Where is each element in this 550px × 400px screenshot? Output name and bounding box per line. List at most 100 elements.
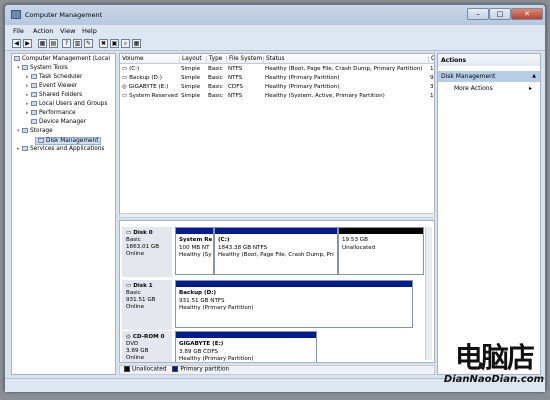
tree-item-storage[interactable]: ▾ Storage xyxy=(17,128,53,134)
disk-size: 3.89 GB xyxy=(126,348,149,354)
computer-management-window: Computer Management – □ ✕ File Action Vi… xyxy=(4,4,546,392)
volume-list-header: Volume Layout Type File System Status C xyxy=(120,54,434,64)
column-volume[interactable]: Volume xyxy=(120,56,179,64)
volume-capacity: 10 xyxy=(430,93,434,99)
volume-name: ▭ System Reserved xyxy=(122,93,178,99)
table-row[interactable]: ▭ (C:) Simple Basic NTFS Healthy (Boot, … xyxy=(120,65,434,74)
disk-kind: Basic xyxy=(126,290,141,296)
storage-icon xyxy=(22,128,28,133)
tree-item-task-scheduler[interactable]: ▸ Task Scheduler xyxy=(26,74,82,80)
performance-icon xyxy=(31,110,37,115)
horizontal-scrollbar[interactable] xyxy=(119,213,435,218)
cd-icon: ◎ xyxy=(122,84,129,90)
cd-icon: ◎ xyxy=(126,334,133,340)
volume-status: Healthy (System, Active, Primary Partiti… xyxy=(265,93,385,99)
tree-item-performance[interactable]: ▸ Performance xyxy=(26,110,76,116)
column-file-system[interactable]: File System xyxy=(226,56,263,64)
column-status[interactable]: Status xyxy=(263,56,428,64)
actions-disk-management[interactable]: Disk Management xyxy=(438,71,540,82)
partition-bar xyxy=(176,281,412,287)
event-icon xyxy=(31,83,37,88)
partition-backup-d[interactable]: Backup (D:) 931.51 GB NTFS Healthy (Prim… xyxy=(175,280,413,328)
table-row[interactable]: ▭ Backup (D:) Simple Basic NTFS Healthy … xyxy=(120,74,434,83)
maximize-button[interactable]: □ xyxy=(489,8,511,20)
partition-c[interactable]: (C:) 1843.38 GB NTFS Healthy (Boot, Page… xyxy=(214,227,338,275)
refresh-icon[interactable]: ✎ xyxy=(84,39,93,48)
help-icon[interactable]: ? xyxy=(62,39,71,48)
tree-item-local-users[interactable]: ▸ Local Users and Groups xyxy=(26,101,107,107)
legend: Unallocated Primary partition xyxy=(119,365,435,375)
collapse-icon[interactable]: ▲ xyxy=(532,73,536,79)
close-button[interactable]: ✕ xyxy=(511,8,543,20)
computer-icon xyxy=(14,56,20,61)
view-icon[interactable]: ▦ xyxy=(132,39,141,48)
navigation-tree: Computer Management (Local ▾ System Tools… xyxy=(11,53,116,375)
table-row[interactable]: ▭ System Reserved Simple Basic NTFS Heal… xyxy=(120,92,434,101)
delete-icon[interactable]: ✖ xyxy=(99,39,108,48)
tree-item-device-manager[interactable]: Device Manager xyxy=(26,119,86,125)
tree-item-system-tools[interactable]: ▾ System Tools xyxy=(17,65,68,71)
menu-action[interactable]: Action xyxy=(33,27,53,35)
disk-kind: Basic xyxy=(126,237,141,243)
volume-name: ▭ Backup (D:) xyxy=(122,75,162,81)
disk-map: ▭ Disk 0 Basic 1863.01 GB Online System … xyxy=(119,220,435,363)
table-row[interactable]: ◎ GIGABYTE (E:) Simple Basic CDFS Health… xyxy=(120,83,434,92)
column-type[interactable]: Type xyxy=(206,56,226,64)
actions-header: Actions xyxy=(438,54,540,66)
disk-icon[interactable]: ▣ xyxy=(110,39,119,48)
forward-icon[interactable]: ▶ xyxy=(23,39,32,48)
unallocated-swatch xyxy=(124,366,130,372)
volume-capacity: 93 xyxy=(430,75,434,81)
tree-item-event-viewer[interactable]: ▸ Event Viewer xyxy=(26,83,77,89)
disk-management-icon xyxy=(38,138,44,143)
volume-type: Basic xyxy=(208,66,223,72)
vertical-scrollbar[interactable] xyxy=(425,227,432,360)
volume-type: Basic xyxy=(208,93,223,99)
disk-state: Online xyxy=(126,304,145,310)
clock-icon xyxy=(31,74,37,79)
disk-label[interactable]: ◎ CD-ROM 0 DVD 3.89 GB Online xyxy=(122,331,172,362)
disk-size: 931.51 GB xyxy=(126,297,156,303)
title-bar[interactable]: Computer Management – □ ✕ xyxy=(5,5,545,25)
tree-item-shared-folders[interactable]: ▸ Shared Folders xyxy=(26,92,82,98)
tree-item-disk-management[interactable]: Disk Management xyxy=(35,137,102,145)
primary-swatch xyxy=(172,366,179,372)
volume-type: Basic xyxy=(208,75,223,81)
back-icon[interactable]: ◀ xyxy=(12,39,21,48)
partition-gigabyte-e[interactable]: GIGABYTE (E:) 3.89 GB CDFS Healthy (Prim… xyxy=(175,331,317,362)
search-icon[interactable]: ⌕ xyxy=(121,39,130,48)
partition-unallocated[interactable]: 19.53 GB Unallocated xyxy=(338,227,424,275)
volume-layout: Simple xyxy=(181,75,201,81)
volume-file-system: NTFS xyxy=(228,75,243,81)
tree-item-services[interactable]: ▸ Services and Applications xyxy=(17,146,104,152)
disk-label[interactable]: ▭ Disk 0 Basic 1863.01 GB Online xyxy=(122,227,172,277)
minimize-button[interactable]: – xyxy=(467,8,489,20)
legend-primary: Primary partition xyxy=(180,366,230,373)
column-capacity[interactable]: C xyxy=(428,56,434,64)
volume-file-system: CDFS xyxy=(228,84,243,90)
device-manager-icon xyxy=(31,119,37,124)
show-hide-tree-icon[interactable]: ▤ xyxy=(49,39,58,48)
menu-view[interactable]: View xyxy=(60,27,75,35)
volume-layout: Simple xyxy=(181,66,201,72)
partition-bar xyxy=(215,228,337,234)
disk-state: Online xyxy=(126,355,145,361)
menu-file[interactable]: File xyxy=(13,27,24,35)
column-layout[interactable]: Layout xyxy=(179,56,206,64)
tools-icon xyxy=(22,65,28,70)
partition-system-reserved[interactable]: System Re 100 MB NT Healthy (Sy xyxy=(175,227,214,275)
volume-status: Healthy (Boot, Page File, Crash Dump, Pr… xyxy=(265,66,423,72)
disk-label[interactable]: ▭ Disk 1 Basic 931.51 GB Online xyxy=(122,280,172,330)
volume-name: ◎ GIGABYTE (E:) xyxy=(122,84,169,90)
volume-file-system: NTFS xyxy=(228,93,243,99)
partition-bar xyxy=(176,228,213,234)
tree-item-root[interactable]: Computer Management (Local xyxy=(14,56,110,62)
properties-icon[interactable]: ▥ xyxy=(73,39,82,48)
menu-help[interactable]: Help xyxy=(82,27,97,35)
up-folder-icon[interactable]: ▦ xyxy=(38,39,47,48)
more-actions[interactable]: More Actions xyxy=(454,85,493,92)
disk-kind: DVD xyxy=(126,341,139,347)
watermark-url: DianNaoDian.com xyxy=(443,374,545,385)
volume-list: Volume Layout Type File System Status C … xyxy=(119,53,435,216)
submenu-arrow-icon: ▸ xyxy=(528,85,532,92)
